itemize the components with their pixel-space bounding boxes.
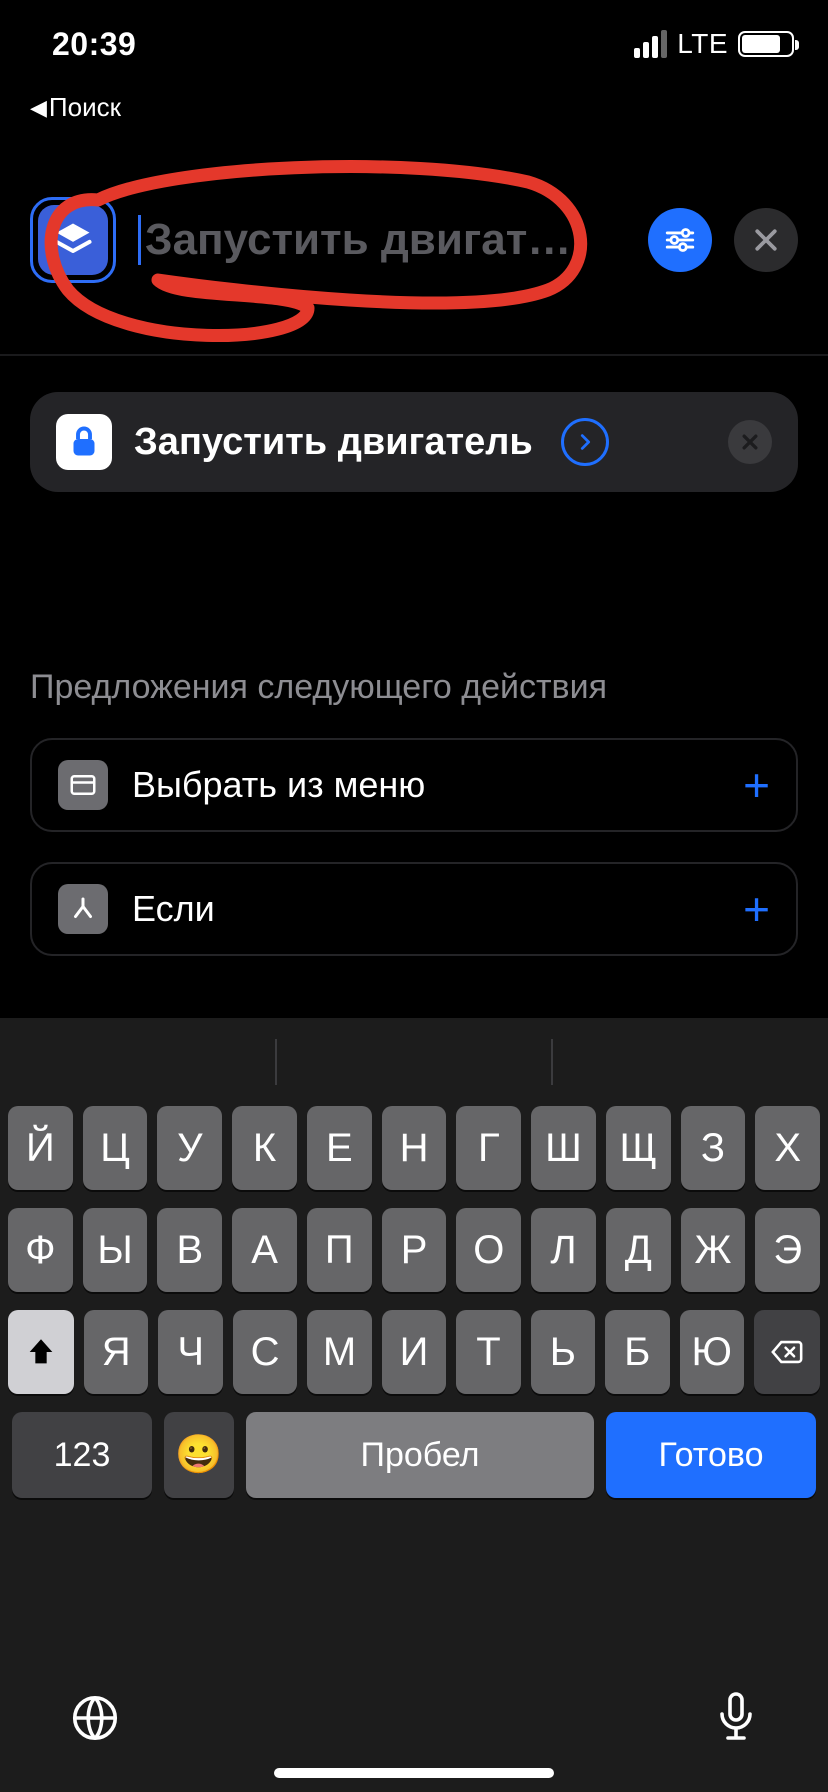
status-bar: 20:39 LTE bbox=[0, 0, 828, 88]
suggestions-heading: Предложения следующего действия bbox=[30, 668, 607, 707]
key[interactable]: А bbox=[232, 1208, 297, 1292]
prediction-slot[interactable] bbox=[553, 1032, 828, 1092]
keyboard-row-3: Я Ч С М И Т Ь Б Ю bbox=[0, 1310, 828, 1394]
suggestion-row[interactable]: Выбрать из меню + bbox=[30, 738, 798, 832]
home-indicator[interactable] bbox=[274, 1768, 554, 1778]
key[interactable]: Г bbox=[456, 1106, 521, 1190]
action-card[interactable]: Запустить двигатель bbox=[30, 392, 798, 492]
shift-icon bbox=[24, 1335, 58, 1369]
key[interactable]: Е bbox=[307, 1106, 372, 1190]
back-triangle-icon: ◀ bbox=[30, 95, 47, 121]
key[interactable]: З bbox=[681, 1106, 746, 1190]
battery-icon bbox=[738, 31, 794, 57]
cellular-icon bbox=[634, 30, 667, 58]
mic-icon bbox=[712, 1689, 760, 1747]
settings-button[interactable] bbox=[648, 208, 712, 272]
key[interactable]: Я bbox=[84, 1310, 148, 1394]
prediction-slot[interactable] bbox=[277, 1032, 552, 1092]
shortcut-icon-button[interactable] bbox=[30, 197, 116, 283]
key[interactable]: Ц bbox=[83, 1106, 148, 1190]
suggestion-label: Если bbox=[132, 888, 719, 930]
action-expand-button[interactable] bbox=[561, 418, 609, 466]
menu-icon bbox=[58, 760, 108, 810]
prediction-slot[interactable] bbox=[0, 1032, 275, 1092]
key[interactable]: Х bbox=[755, 1106, 820, 1190]
key[interactable]: И bbox=[382, 1310, 446, 1394]
close-button[interactable] bbox=[734, 208, 798, 272]
network-label: LTE bbox=[677, 28, 728, 60]
key[interactable]: Н bbox=[382, 1106, 447, 1190]
back-label: Поиск bbox=[49, 92, 121, 123]
branch-icon bbox=[58, 884, 108, 934]
globe-key[interactable] bbox=[68, 1691, 122, 1750]
key[interactable]: Р bbox=[382, 1208, 447, 1292]
prediction-bar bbox=[0, 1018, 828, 1106]
keyboard: Й Ц У К Е Н Г Ш Щ З Х Ф Ы В А П Р О Л Д … bbox=[0, 1018, 828, 1792]
key[interactable]: Д bbox=[606, 1208, 671, 1292]
chevron-right-icon bbox=[574, 431, 596, 453]
close-icon bbox=[751, 225, 781, 255]
sliders-icon bbox=[663, 223, 697, 257]
shift-key[interactable] bbox=[8, 1310, 74, 1394]
key[interactable]: У bbox=[157, 1106, 222, 1190]
key[interactable]: Э bbox=[755, 1208, 820, 1292]
key[interactable]: О bbox=[456, 1208, 521, 1292]
key[interactable]: Л bbox=[531, 1208, 596, 1292]
add-suggestion-button[interactable]: + bbox=[743, 882, 770, 936]
keyboard-row-2: Ф Ы В А П Р О Л Д Ж Э bbox=[0, 1208, 828, 1292]
emoji-icon: 😀 bbox=[175, 1433, 222, 1477]
done-key[interactable]: Готово bbox=[606, 1412, 816, 1498]
key[interactable]: К bbox=[232, 1106, 297, 1190]
key[interactable]: Ь bbox=[531, 1310, 595, 1394]
key[interactable]: Ш bbox=[531, 1106, 596, 1190]
action-label: Запустить двигатель bbox=[134, 421, 533, 464]
text-caret bbox=[138, 215, 141, 265]
key[interactable]: Ю bbox=[680, 1310, 744, 1394]
add-suggestion-button[interactable]: + bbox=[743, 758, 770, 812]
backspace-icon bbox=[767, 1335, 807, 1369]
key[interactable]: Т bbox=[456, 1310, 520, 1394]
space-key[interactable]: Пробел bbox=[246, 1412, 594, 1498]
dictation-key[interactable] bbox=[712, 1689, 760, 1752]
key[interactable]: В bbox=[157, 1208, 222, 1292]
keyboard-row-4: 123 😀 Пробел Готово bbox=[0, 1412, 828, 1498]
close-icon bbox=[740, 432, 760, 452]
status-time: 20:39 bbox=[52, 26, 136, 63]
suggestion-row[interactable]: Если + bbox=[30, 862, 798, 956]
key[interactable]: Б bbox=[605, 1310, 669, 1394]
key[interactable]: П bbox=[307, 1208, 372, 1292]
shortcut-title-input[interactable] bbox=[145, 215, 626, 265]
key[interactable]: Й bbox=[8, 1106, 73, 1190]
globe-icon bbox=[68, 1691, 122, 1745]
emoji-key[interactable]: 😀 bbox=[164, 1412, 234, 1498]
key[interactable]: Ы bbox=[83, 1208, 148, 1292]
key[interactable]: М bbox=[307, 1310, 371, 1394]
action-dismiss-button[interactable] bbox=[728, 420, 772, 464]
keyboard-row-1: Й Ц У К Е Н Г Ш Щ З Х bbox=[0, 1106, 828, 1190]
key[interactable]: Ч bbox=[158, 1310, 222, 1394]
title-input-wrap[interactable] bbox=[138, 215, 626, 265]
numeric-key[interactable]: 123 bbox=[12, 1412, 152, 1498]
back-to-search[interactable]: ◀ Поиск bbox=[30, 92, 121, 123]
header-divider bbox=[0, 354, 828, 356]
suggestion-label: Выбрать из меню bbox=[132, 764, 719, 806]
shortcut-layers-icon bbox=[38, 205, 108, 275]
status-right: LTE bbox=[634, 28, 794, 60]
key[interactable]: Ф bbox=[8, 1208, 73, 1292]
key[interactable]: Щ bbox=[606, 1106, 671, 1190]
key[interactable]: С bbox=[233, 1310, 297, 1394]
action-lock-icon bbox=[56, 414, 112, 470]
editor-header bbox=[0, 180, 828, 300]
key[interactable]: Ж bbox=[681, 1208, 746, 1292]
backspace-key[interactable] bbox=[754, 1310, 820, 1394]
